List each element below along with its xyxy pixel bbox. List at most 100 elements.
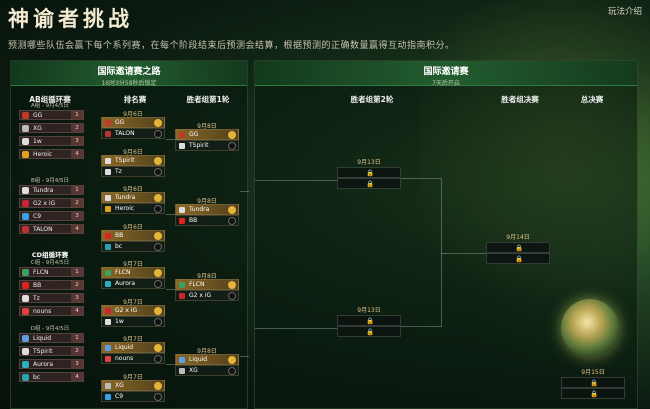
match-team-slot[interactable]: TSpirit xyxy=(101,154,165,166)
group-team-row[interactable]: XG 2 xyxy=(19,123,84,133)
team-logo-icon xyxy=(22,213,29,220)
pick-icon[interactable] xyxy=(154,381,162,390)
empty-team-slot[interactable]: 🔒 xyxy=(337,178,401,189)
match-team-slot[interactable]: XG xyxy=(101,379,165,391)
upper-final-match[interactable]: 🔒 🔒 xyxy=(486,242,550,264)
round1-match[interactable]: GG TSpirit xyxy=(175,129,239,151)
group-team-row[interactable]: Heroic 4 xyxy=(19,149,84,159)
help-link[interactable]: 玩法介绍 xyxy=(608,5,642,17)
pick-icon[interactable] xyxy=(228,356,236,364)
pick-icon[interactable] xyxy=(154,306,162,315)
empty-team-slot[interactable]: 🔒 xyxy=(486,242,550,253)
match-team-slot[interactable]: Heroic xyxy=(101,203,165,214)
match-team-slot[interactable]: BB xyxy=(101,229,165,241)
match-team-slot[interactable]: GG xyxy=(101,117,165,128)
empty-team-slot[interactable]: 🔒 xyxy=(337,167,401,178)
match-team-slot[interactable]: Tundra xyxy=(175,204,239,215)
pick-icon[interactable] xyxy=(154,280,162,288)
seeding-match[interactable]: TSpirit Tz xyxy=(101,154,165,177)
team-logo-icon xyxy=(105,232,111,239)
match-team-slot[interactable]: FLCN xyxy=(101,267,165,278)
pick-icon[interactable] xyxy=(154,317,162,326)
team-logo-icon xyxy=(22,200,29,207)
group-team-row[interactable]: Liquid 1 xyxy=(19,333,84,343)
group-dates: C组 - 9月4/5日 xyxy=(30,260,70,266)
pick-icon[interactable] xyxy=(154,119,162,127)
pick-icon[interactable] xyxy=(228,131,236,139)
team-logo-icon xyxy=(179,282,185,288)
seeding-header: 排名赛 xyxy=(123,95,147,104)
group-team-row[interactable]: bc 4 xyxy=(19,372,84,382)
pick-icon[interactable] xyxy=(154,205,162,213)
team-logo-icon xyxy=(179,357,185,363)
pick-icon[interactable] xyxy=(228,217,236,225)
seeding-match[interactable]: Tundra Heroic xyxy=(101,192,165,214)
pick-icon[interactable] xyxy=(154,130,162,138)
round2-match[interactable]: 🔒 🔒 xyxy=(337,167,401,189)
group-team-row[interactable]: TSpirit 2 xyxy=(19,346,84,356)
seeding-match[interactable]: Liquid nouns xyxy=(101,342,165,364)
match-team-slot[interactable]: TSpirit xyxy=(175,140,239,151)
match-team-slot[interactable]: Aurora xyxy=(101,278,165,289)
pick-icon[interactable] xyxy=(154,269,162,277)
empty-team-slot[interactable]: 🔒 xyxy=(337,315,401,326)
pick-icon[interactable] xyxy=(154,355,162,363)
match-team-slot[interactable]: nouns xyxy=(101,353,165,364)
pick-icon[interactable] xyxy=(228,206,236,214)
match-team-slot[interactable]: Tz xyxy=(101,165,165,177)
empty-team-slot[interactable]: 🔒 xyxy=(486,253,550,264)
road-panel-header: 国际邀请赛之路 16时3分58秒后锁定 xyxy=(11,61,247,87)
match-team-slot[interactable]: GG xyxy=(175,129,239,140)
seeding-match[interactable]: G2 x iG 1w xyxy=(101,304,165,327)
group-team-row[interactable]: 1w 3 xyxy=(19,136,84,146)
pick-icon[interactable] xyxy=(154,242,162,251)
match-team-slot[interactable]: G2 x iG xyxy=(101,304,165,316)
match-team-slot[interactable]: G2 x iG xyxy=(175,290,239,301)
match-team-slot[interactable]: XG xyxy=(175,365,239,376)
team-logo-icon xyxy=(22,308,29,315)
match-team-slot[interactable]: Tundra xyxy=(101,192,165,203)
group-team-row[interactable]: G2 x iG 2 xyxy=(19,198,84,208)
group-team-row[interactable]: FLCN 1 xyxy=(19,267,84,277)
team-name: 1w xyxy=(115,317,124,325)
round1-match[interactable]: Tundra BB xyxy=(175,204,239,226)
match-team-slot[interactable]: BB xyxy=(175,215,239,226)
pick-icon[interactable] xyxy=(154,344,162,352)
pick-icon[interactable] xyxy=(154,167,162,176)
pick-icon[interactable] xyxy=(154,194,162,202)
match-team-slot[interactable]: Liquid xyxy=(101,342,165,353)
group-team-row[interactable]: Tundra 1 xyxy=(19,185,84,195)
match-team-slot[interactable]: FLCN xyxy=(175,279,239,290)
match-team-slot[interactable]: bc xyxy=(101,240,165,252)
pick-icon[interactable] xyxy=(228,281,236,289)
group-team-row[interactable]: nouns 4 xyxy=(19,306,84,316)
group-team-row[interactable]: Tz 3 xyxy=(19,293,84,303)
round1-match[interactable]: FLCN G2 x iG xyxy=(175,279,239,301)
group-team-row[interactable]: Aurora 3 xyxy=(19,359,84,369)
pick-icon[interactable] xyxy=(154,231,162,240)
seeding-match[interactable]: FLCN Aurora xyxy=(101,267,165,289)
pick-icon[interactable] xyxy=(154,392,162,401)
pick-icon[interactable] xyxy=(228,367,236,375)
group-team-row[interactable]: TALON 4 xyxy=(19,224,84,234)
empty-team-slot[interactable]: 🔒 xyxy=(337,326,401,337)
empty-team-slot[interactable]: 🔒 xyxy=(561,388,625,399)
match-team-slot[interactable]: Liquid xyxy=(175,354,239,365)
round2-match[interactable]: 🔒 🔒 xyxy=(337,315,401,337)
round1-match[interactable]: Liquid XG xyxy=(175,354,239,376)
match-team-slot[interactable]: TALON xyxy=(101,128,165,139)
pick-icon[interactable] xyxy=(154,156,162,165)
team-logo-icon xyxy=(105,120,111,126)
group-team-row[interactable]: C9 3 xyxy=(19,211,84,221)
pick-icon[interactable] xyxy=(228,142,236,150)
seeding-match[interactable]: GG TALON xyxy=(101,117,165,139)
match-team-slot[interactable]: C9 xyxy=(101,390,165,402)
seeding-match[interactable]: XG C9 xyxy=(101,379,165,402)
group-team-row[interactable]: GG 1 xyxy=(19,110,84,120)
match-team-slot[interactable]: 1w xyxy=(101,315,165,327)
grand-final-match[interactable]: 🔒 🔒 xyxy=(561,377,625,399)
seeding-match[interactable]: BB bc xyxy=(101,229,165,252)
group-team-row[interactable]: BB 2 xyxy=(19,280,84,290)
empty-team-slot[interactable]: 🔒 xyxy=(561,377,625,388)
pick-icon[interactable] xyxy=(228,292,236,300)
